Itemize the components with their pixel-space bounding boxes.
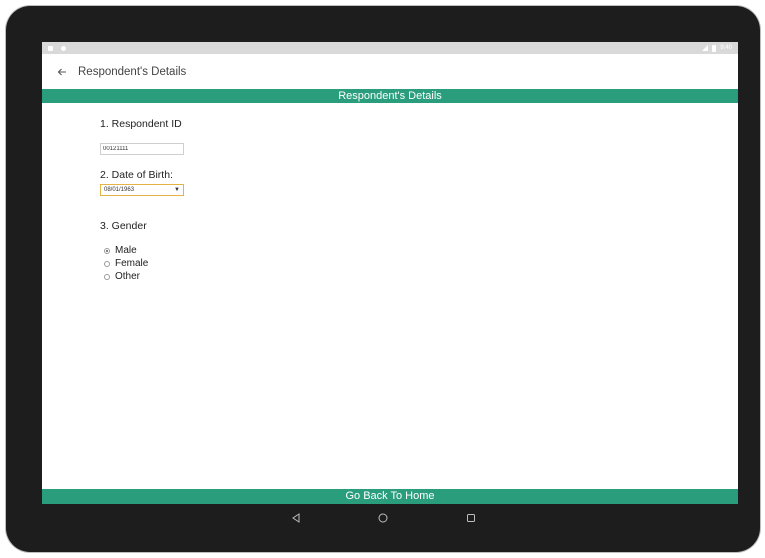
signal-icon [702, 45, 709, 51]
page-title: Respondent's Details [78, 65, 187, 78]
square-recent-icon[interactable] [463, 510, 479, 526]
arrow-left-icon[interactable] [54, 64, 70, 80]
date-of-birth-select[interactable]: 08/01/1963 ▼ [100, 184, 184, 196]
gender-option-other[interactable]: Other [104, 271, 140, 282]
gender-option-label: Other [115, 271, 141, 282]
notification-icon [48, 45, 53, 51]
notification-icon [61, 45, 66, 51]
radio-unchecked-icon[interactable] [104, 273, 110, 280]
date-of-birth-value: 08/01/1963 [104, 187, 135, 193]
circle-home-icon[interactable] [375, 510, 391, 526]
radio-checked-icon[interactable] [104, 247, 110, 254]
caret-down-icon: ▼ [174, 187, 180, 193]
date-of-birth-label: 2. Date of Birth: [100, 169, 173, 181]
app-bar: Respondent's Details [42, 54, 738, 89]
gender-option-female[interactable]: Female [104, 258, 148, 269]
respondent-id-label: 1. Respondent ID [100, 118, 182, 130]
gender-option-label: Female [115, 258, 149, 269]
gender-option-label: Male [115, 245, 137, 256]
section-header: Respondent's Details [42, 89, 738, 103]
respondent-id-input[interactable] [100, 143, 184, 155]
screen: 9:40 Respondent's Details Respondent's D… [42, 42, 738, 504]
status-time: 9:40 [720, 45, 732, 51]
gender-option-male[interactable]: Male [104, 245, 137, 256]
status-bar: 9:40 [42, 42, 738, 54]
go-back-home-button[interactable]: Go Back To Home [42, 489, 738, 504]
battery-icon [712, 44, 717, 52]
triangle-back-icon[interactable] [288, 510, 304, 526]
radio-unchecked-icon[interactable] [104, 260, 110, 267]
gender-label: 3. Gender [100, 220, 147, 232]
android-nav-bar [6, 506, 760, 530]
tablet-frame: 9:40 Respondent's Details Respondent's D… [6, 6, 760, 552]
